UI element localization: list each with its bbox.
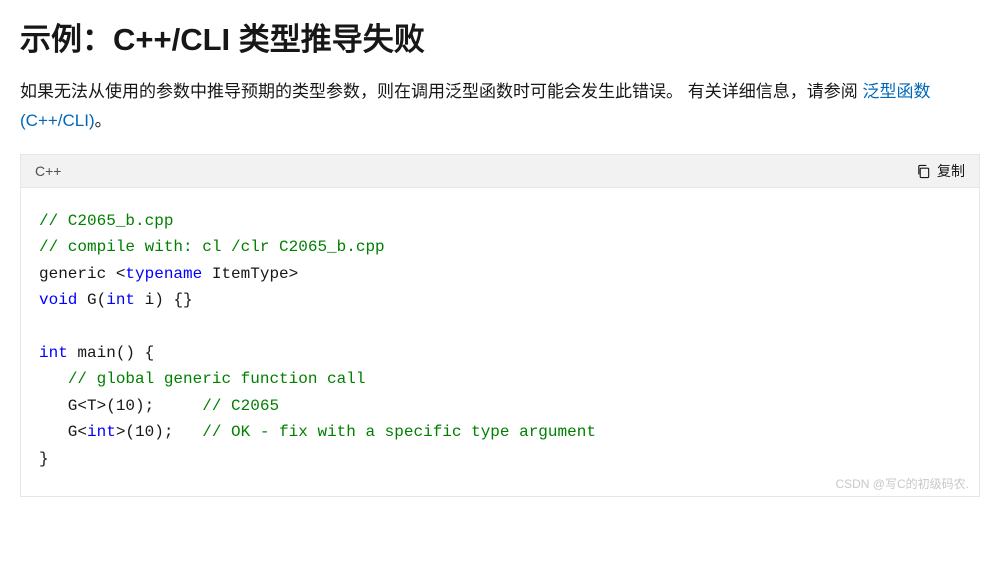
para-text-after: 。 [95,111,112,130]
code-header: C++ 复制 [21,155,979,188]
copy-icon [916,164,931,179]
code-content: // C2065_b.cpp // compile with: cl /clr … [21,188,979,496]
copy-button[interactable]: 复制 [916,161,965,181]
para-text-before: 如果无法从使用的参数中推导预期的类型参数，则在调用泛型函数时可能会发生此错误。 … [20,82,858,101]
section-heading: 示例：C++/CLI 类型推导失败 [20,20,980,60]
copy-button-label: 复制 [937,161,965,181]
intro-paragraph: 如果无法从使用的参数中推导预期的类型参数，则在调用泛型函数时可能会发生此错误。 … [20,78,980,136]
code-block: C++ 复制 // C2065_b.cpp // compile with: c… [20,154,980,497]
code-language-label: C++ [35,163,61,179]
